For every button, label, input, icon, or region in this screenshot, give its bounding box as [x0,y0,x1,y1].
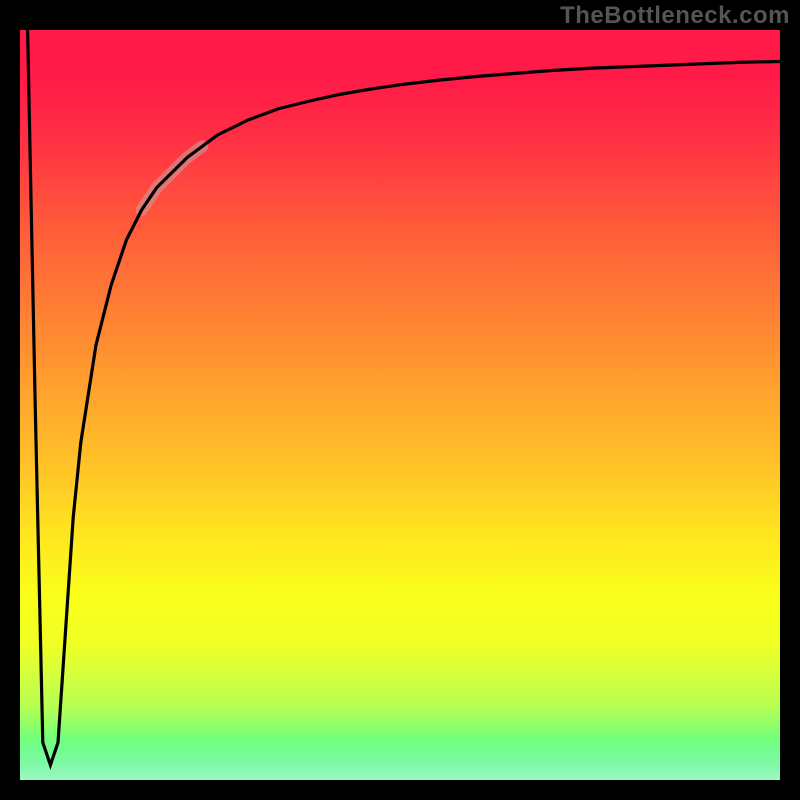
highlight-segment-path [142,146,203,210]
watermark-text: TheBottleneck.com [560,2,790,30]
plot-area [20,30,780,780]
bottleneck-curve-path [28,30,780,765]
chart-container: TheBottleneck.com [0,0,800,800]
curve-svg [20,30,780,780]
